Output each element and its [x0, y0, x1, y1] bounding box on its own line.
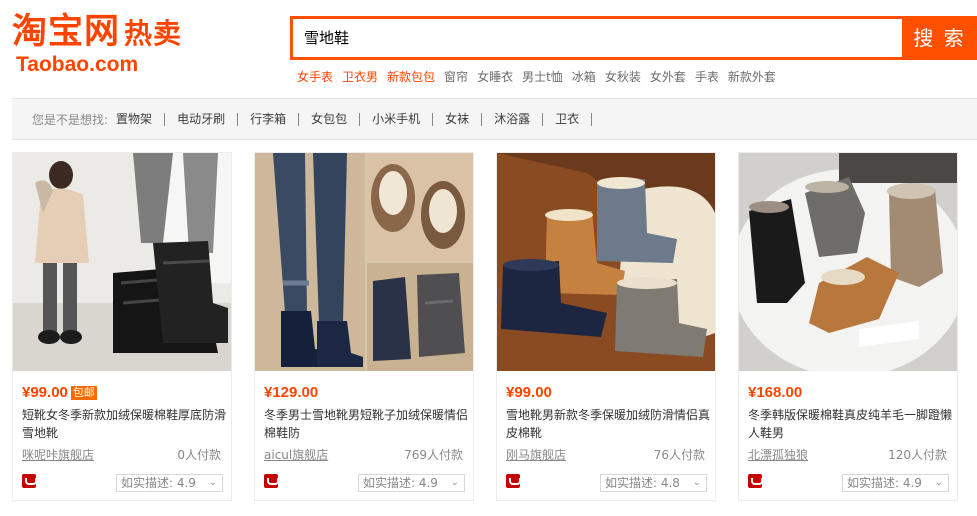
suggestion-label: 您是不是想找:: [32, 112, 109, 127]
shop-link[interactable]: aicul旗舰店: [264, 447, 328, 463]
product-title[interactable]: 冬季男士雪地靴男短靴子加绒保暖情侣棉鞋防: [264, 406, 469, 442]
logo-english: Taobao.com: [16, 53, 139, 76]
product-title[interactable]: 短靴女冬季新款加绒保暖棉鞋厚底防滑雪地靴: [22, 406, 227, 442]
hot-word-link[interactable]: 男士t恤: [522, 69, 563, 85]
suggestion-link[interactable]: 小米手机: [372, 112, 434, 126]
product-card[interactable]: ¥99.00 雪地靴男新款冬季保暖加绒防滑情侣真皮棉靴 刚马旗舰店 76人付款 …: [496, 152, 716, 501]
product-title[interactable]: 雪地靴男新款冬季保暖加绒防滑情侣真皮棉靴: [506, 406, 711, 442]
rating-dropdown[interactable]: 如实描述: 4.9 ⌄: [842, 474, 949, 492]
product-card[interactable]: ¥168.00 冬季韩版保暖棉鞋真皮纯羊毛一脚蹬懒人鞋男 北漂孤独狼 120人付…: [738, 152, 958, 501]
rating-text: 如实描述: 4.8: [605, 476, 680, 490]
price-value: ¥99.00: [22, 384, 68, 401]
product-image[interactable]: [497, 153, 715, 371]
suggestion-link[interactable]: 置物架: [116, 112, 166, 126]
chevron-down-icon: ⌄: [450, 477, 459, 488]
sales-count: 769人付款: [404, 448, 463, 462]
product-price: ¥99.00 包邮: [22, 384, 97, 402]
chevron-down-icon: ⌄: [934, 477, 943, 488]
tmall-icon: [22, 474, 37, 488]
tmall-icon: [264, 474, 279, 488]
rating-dropdown[interactable]: 如实描述: 4.9 ⌄: [116, 474, 223, 492]
product-card[interactable]: ¥129.00 冬季男士雪地靴男短靴子加绒保暖情侣棉鞋防 aicul旗舰店 76…: [254, 152, 474, 501]
hot-word-link[interactable]: 窗帘: [444, 69, 468, 85]
logo-chinese: 淘宝网 热卖: [12, 12, 183, 52]
chevron-down-icon: ⌄: [208, 477, 217, 488]
search-bar: 雪地鞋 搜 索: [290, 16, 977, 60]
price-value: ¥129.00: [264, 384, 319, 401]
shop-link[interactable]: 北漂孤独狼: [748, 447, 808, 463]
suggestion-link[interactable]: 女袜: [445, 112, 483, 126]
sales-count: 0人付款: [177, 448, 221, 462]
product-image[interactable]: [255, 153, 473, 371]
hot-word-link[interactable]: 新款外套: [728, 69, 776, 85]
sales-count: 76人付款: [653, 448, 705, 462]
suggestion-link[interactable]: 行李箱: [250, 112, 300, 126]
suggestion-link[interactable]: 女包包: [311, 112, 361, 126]
product-title[interactable]: 冬季韩版保暖棉鞋真皮纯羊毛一脚蹬懒人鞋男: [748, 406, 953, 442]
search-input[interactable]: 雪地鞋: [290, 16, 904, 60]
product-price: ¥168.00: [748, 384, 802, 402]
suggestion-link[interactable]: 卫衣: [555, 112, 593, 126]
search-button[interactable]: 搜 索: [902, 16, 977, 60]
hot-word-link[interactable]: 女秋装: [605, 69, 641, 85]
taobao-logo[interactable]: 淘宝网 热卖 Taobao.com: [12, 12, 232, 78]
shop-link[interactable]: 刚马旗舰店: [506, 447, 566, 463]
suggestion-bar: 您是不是想找: 置物架 电动牙刷 行李箱 女包包 小米手机 女袜 沐浴露 卫衣: [12, 98, 977, 140]
suggestion-link[interactable]: 沐浴露: [494, 112, 544, 126]
suggestion-link[interactable]: 电动牙刷: [177, 112, 239, 126]
product-image[interactable]: [739, 153, 957, 371]
hot-word-link[interactable]: 冰箱: [572, 69, 596, 85]
hot-word-link[interactable]: 卫衣男: [342, 69, 378, 85]
hot-words: 女手表 卫衣男 新款包包 窗帘 女睡衣 男士t恤 冰箱 女秋装 女外套 手表 新…: [297, 69, 776, 85]
product-price: ¥99.00: [506, 384, 552, 402]
price-value: ¥168.00: [748, 384, 803, 401]
hot-word-link[interactable]: 女睡衣: [477, 69, 513, 85]
shop-link[interactable]: 咪呢咔旗舰店: [22, 447, 94, 463]
product-card[interactable]: ¥99.00 包邮 短靴女冬季新款加绒保暖棉鞋厚底防滑雪地靴 咪呢咔旗舰店 0人…: [12, 152, 232, 501]
chevron-down-icon: ⌄: [692, 477, 701, 488]
hot-word-link[interactable]: 手表: [695, 69, 719, 85]
rating-text: 如实描述: 4.9: [121, 476, 196, 490]
rating-dropdown[interactable]: 如实描述: 4.9 ⌄: [358, 474, 465, 492]
product-price: ¥129.00: [264, 384, 318, 402]
logo-hot-label: 热卖: [124, 17, 183, 50]
sales-count: 120人付款: [888, 448, 947, 462]
rating-dropdown[interactable]: 如实描述: 4.8 ⌄: [600, 474, 707, 492]
rating-text: 如实描述: 4.9: [363, 476, 438, 490]
tmall-icon: [506, 474, 521, 488]
price-value: ¥99.00: [506, 384, 552, 401]
hot-word-link[interactable]: 女外套: [650, 69, 686, 85]
product-image[interactable]: [13, 153, 231, 371]
hot-word-link[interactable]: 新款包包: [387, 69, 435, 85]
free-shipping-badge: 包邮: [70, 386, 97, 400]
tmall-icon: [748, 474, 763, 488]
rating-text: 如实描述: 4.9: [847, 476, 922, 490]
hot-word-link[interactable]: 女手表: [297, 69, 333, 85]
